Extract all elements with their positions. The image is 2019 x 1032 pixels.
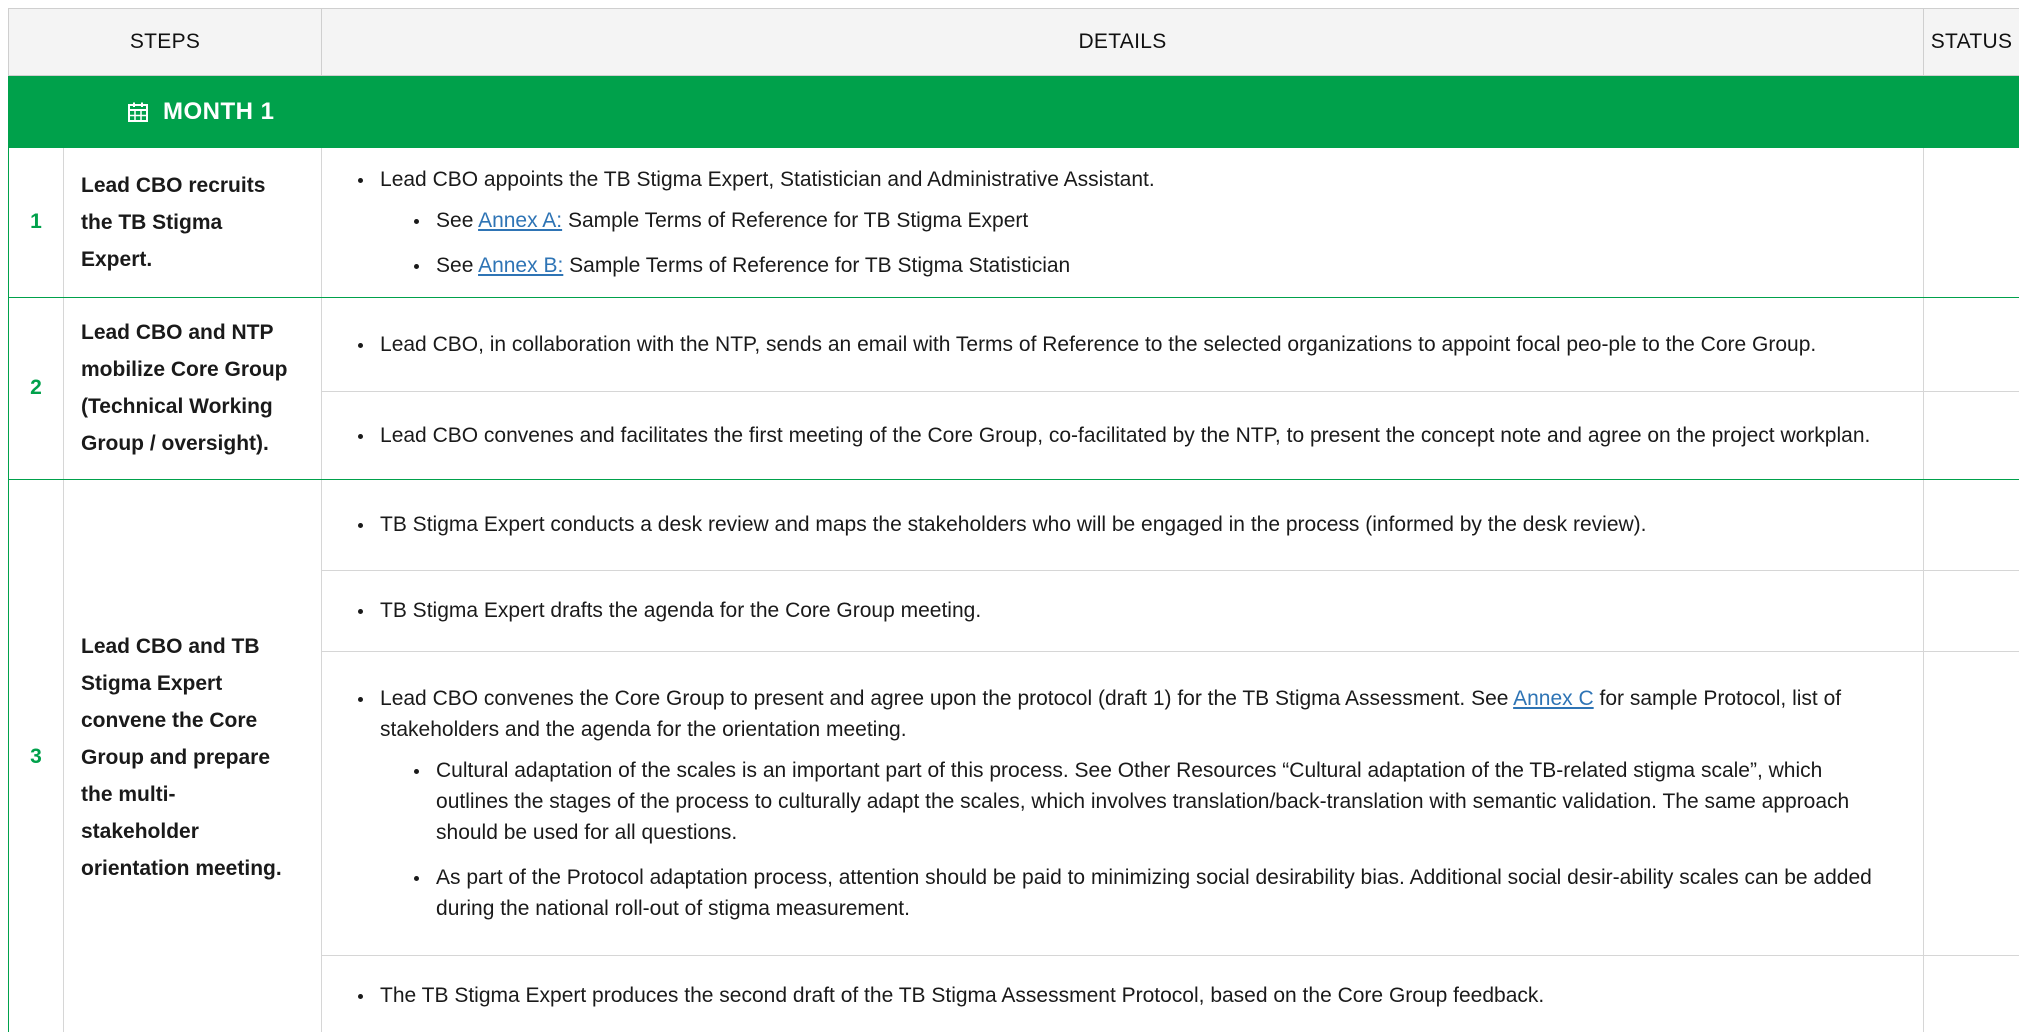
month-banner-row: MONTH 1 xyxy=(8,75,2019,148)
annex-b-link[interactable]: Annex B: xyxy=(478,254,563,277)
detail-cell: TB Stigma Expert conducts a desk review … xyxy=(321,479,1925,571)
step-title: Lead CBO and NTP mobilize Core Group (Te… xyxy=(63,297,323,480)
steps-header: STEPS xyxy=(8,8,323,76)
step-row-3: 3 Lead CBO and TB Stigma Expert convene … xyxy=(8,479,2019,1032)
step-row-2: 2 Lead CBO and NTP mobilize Core Group (… xyxy=(8,297,2019,480)
detail-subitem: See Annex A: Sample Terms of Reference f… xyxy=(414,205,1883,236)
step-number: 3 xyxy=(8,479,64,1032)
detail-cell: The TB Stigma Expert produces the second… xyxy=(321,955,1925,1032)
status-cell xyxy=(1923,391,2019,480)
detail-subitem: See Annex B: Sample Terms of Reference f… xyxy=(414,250,1883,281)
annex-c-link[interactable]: Annex C xyxy=(1513,687,1594,710)
status-header: STATUS xyxy=(1923,8,2019,76)
table-header-row: STEPS DETAILS STATUS xyxy=(8,8,2019,76)
details-header: DETAILS xyxy=(321,8,1925,76)
workplan-table: STEPS DETAILS STATUS MONTH 1 1 Lead CBO xyxy=(8,8,2019,1032)
status-cell xyxy=(1923,570,2019,652)
annex-a-link[interactable]: Annex A: xyxy=(478,209,562,232)
status-cell xyxy=(1923,297,2019,392)
month-banner: MONTH 1 xyxy=(9,98,2019,126)
detail-item: Lead CBO convenes and facilitates the fi… xyxy=(358,420,1883,451)
status-cell xyxy=(1923,479,2019,571)
detail-cell: Lead CBO, in collaboration with the NTP,… xyxy=(321,297,1925,392)
detail-item: TB Stigma Expert conducts a desk review … xyxy=(358,509,1883,540)
detail-cell: Lead CBO convenes the Core Group to pres… xyxy=(321,651,1925,956)
detail-item: The TB Stigma Expert produces the second… xyxy=(358,980,1883,1011)
workplan-table-frame: STEPS DETAILS STATUS MONTH 1 1 Lead CBO xyxy=(8,8,2019,1032)
step-title: Lead CBO and TB Stigma Expert convene th… xyxy=(63,479,323,1032)
detail-cell: Lead CBO appoints the TB Stigma Expert, … xyxy=(321,148,1925,298)
month-label: MONTH 1 xyxy=(163,98,275,125)
detail-subitem: As part of the Protocol adaptation proce… xyxy=(414,862,1883,924)
step-number: 1 xyxy=(8,148,64,298)
step-row-1: 1 Lead CBO recruits the TB Stigma Expert… xyxy=(8,148,2019,298)
detail-subitem: Cultural adaptation of the scales is an … xyxy=(414,755,1883,848)
calendar-icon xyxy=(128,102,148,122)
detail-item: Lead CBO convenes the Core Group to pres… xyxy=(358,683,1883,924)
step-number: 2 xyxy=(8,297,64,480)
detail-item: TB Stigma Expert drafts the agenda for t… xyxy=(358,595,1883,626)
detail-item: Lead CBO appoints the TB Stigma Expert, … xyxy=(358,164,1883,281)
step-title: Lead CBO recruits the TB Stigma Expert. xyxy=(63,148,323,298)
detail-cell: Lead CBO convenes and facilitates the fi… xyxy=(321,391,1925,480)
detail-item: Lead CBO, in collaboration with the NTP,… xyxy=(358,329,1883,360)
status-cell xyxy=(1923,651,2019,956)
status-cell xyxy=(1923,955,2019,1032)
status-cell xyxy=(1923,148,2019,298)
detail-cell: TB Stigma Expert drafts the agenda for t… xyxy=(321,570,1925,652)
